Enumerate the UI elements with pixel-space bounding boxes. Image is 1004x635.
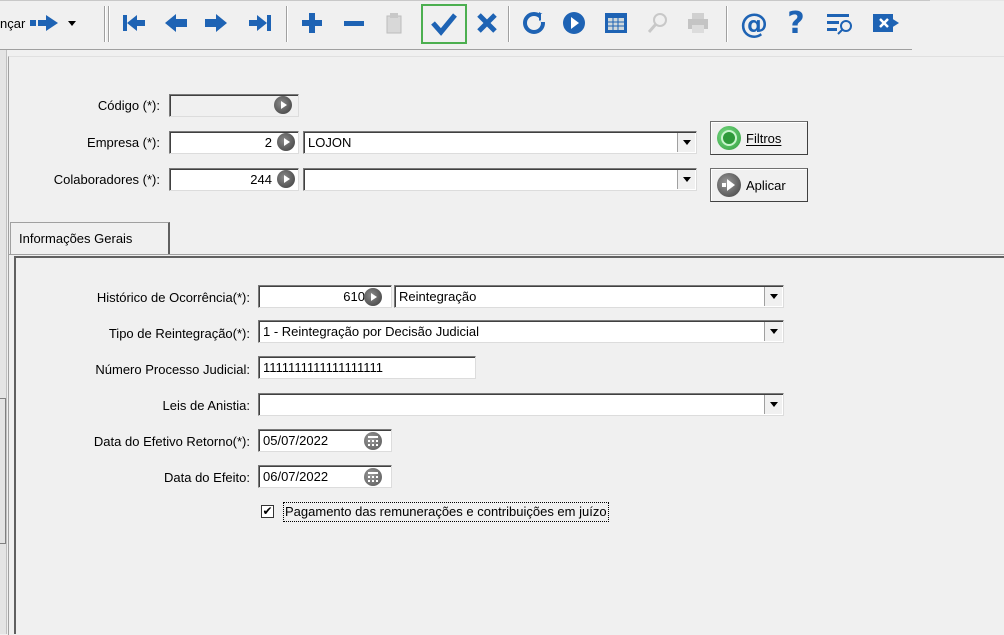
last-record-icon[interactable] [242, 6, 278, 40]
search-icon [640, 6, 676, 40]
processo-field[interactable]: 1111111111111111111 [258, 356, 476, 379]
empresa-lookup-icon[interactable] [277, 133, 295, 151]
filtros-button[interactable]: Filtros [710, 121, 808, 155]
pagamento-checkbox[interactable]: ✔ [261, 505, 274, 518]
tab-divider [8, 254, 1004, 255]
grid-icon[interactable] [598, 6, 634, 40]
filter-list-icon[interactable] [820, 6, 860, 40]
first-record-icon[interactable] [116, 6, 152, 40]
tipo-dropdown-icon[interactable] [764, 322, 782, 341]
confirm-button[interactable] [421, 4, 467, 44]
tipo-label: Tipo de Reintegração(*): [108, 326, 250, 341]
prev-record-icon[interactable] [158, 6, 194, 40]
refresh-icon[interactable] [516, 6, 552, 40]
leis-dropdown-icon[interactable] [764, 395, 782, 414]
remove-icon[interactable] [336, 6, 372, 40]
go-icon[interactable] [556, 6, 592, 40]
tab-label: Informações Gerais [19, 231, 133, 246]
clipboard-icon [378, 6, 410, 40]
historico-lookup-icon[interactable] [364, 288, 382, 306]
historico-name-value: Reintegração [399, 289, 477, 304]
processo-label: Número Processo Judicial: [95, 362, 250, 377]
efeito-label: Data do Efeito: [164, 470, 250, 485]
toolbar: nçar @ ? [0, 0, 1004, 50]
historico-dropdown-icon[interactable] [764, 287, 782, 306]
dropdown-arrow-icon[interactable] [67, 18, 77, 28]
aplicar-icon [717, 173, 741, 197]
efeito-calendar-icon[interactable] [364, 468, 382, 486]
historico-name-combo[interactable]: Reintegração [394, 285, 784, 308]
leis-combo[interactable] [258, 393, 784, 416]
advance-label: nçar [0, 15, 26, 31]
print-icon [680, 6, 716, 40]
help-icon[interactable]: ? [778, 6, 814, 41]
pagamento-label[interactable]: Pagamento das remunerações e contribuiçõ… [283, 502, 609, 522]
check-icon [431, 13, 457, 36]
filtros-icon [717, 126, 741, 150]
colaboradores-name-combo[interactable] [303, 168, 697, 191]
empresa-name-combo[interactable]: LOJON [303, 131, 697, 154]
exit-icon[interactable] [866, 6, 906, 40]
check-mark-icon: ✔ [262, 504, 273, 518]
cancel-icon[interactable] [470, 6, 504, 40]
colaboradores-lookup-icon[interactable] [277, 170, 295, 188]
at-icon[interactable]: @ [734, 6, 774, 40]
colaboradores-dropdown-icon[interactable] [677, 170, 695, 189]
retorno-calendar-icon[interactable] [364, 432, 382, 450]
codigo-lookup-icon[interactable] [274, 96, 292, 114]
left-splitter[interactable] [0, 398, 6, 544]
tipo-value: 1 - Reintegração por Decisão Judicial [263, 324, 480, 339]
tab-informacoes-gerais[interactable]: Informações Gerais [10, 222, 170, 254]
add-icon[interactable] [294, 6, 330, 40]
aplicar-label: Aplicar [746, 177, 786, 193]
colaboradores-label: Colaboradores (*): [53, 172, 160, 187]
advance-button[interactable]: nçar [0, 6, 90, 40]
tipo-combo[interactable]: 1 - Reintegração por Decisão Judicial [258, 320, 784, 343]
next-record-icon[interactable] [198, 6, 234, 40]
arrow-right-icon [30, 15, 59, 31]
left-strip [0, 50, 7, 634]
leis-label: Leis de Anistia: [162, 398, 250, 413]
empresa-name-value: LOJON [308, 135, 352, 150]
empresa-dropdown-icon[interactable] [677, 133, 695, 152]
codigo-label: Código (*): [97, 98, 160, 113]
empresa-label: Empresa (*): [87, 135, 160, 150]
historico-label: Histórico de Ocorrência(*): [96, 290, 250, 305]
retorno-label: Data do Efetivo Retorno(*): [93, 434, 250, 449]
aplicar-button[interactable]: Aplicar [710, 168, 808, 202]
filtros-label: Filtros [746, 130, 782, 146]
